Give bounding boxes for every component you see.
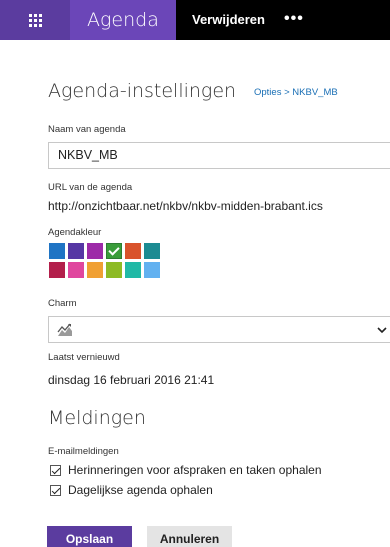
checkmark-icon bbox=[107, 244, 121, 258]
color-swatch[interactable] bbox=[68, 262, 84, 278]
breadcrumb-current: NKBV_MB bbox=[292, 87, 338, 98]
calendar-color-label: Agendakleur bbox=[48, 227, 102, 238]
top-bar: Agenda Verwijderen ••• bbox=[0, 0, 390, 40]
calendar-url-value: http://onzichtbaar.net/nkbv/nkbv-midden-… bbox=[48, 199, 323, 213]
breadcrumb-separator: > bbox=[281, 87, 293, 98]
color-swatch[interactable] bbox=[49, 243, 65, 259]
more-actions-button[interactable]: ••• bbox=[284, 0, 304, 40]
last-refreshed-value: dinsdag 16 februari 2016 21:41 bbox=[48, 373, 215, 387]
mountain-chart-icon bbox=[57, 323, 72, 336]
reminders-checkbox[interactable] bbox=[50, 464, 61, 476]
save-button[interactable]: Opslaan bbox=[47, 526, 132, 547]
page-title: Agenda-instellingen bbox=[48, 80, 237, 102]
charm-dropdown[interactable] bbox=[48, 316, 390, 343]
app-launcher-button[interactable] bbox=[0, 0, 70, 40]
color-swatch[interactable] bbox=[125, 243, 141, 259]
daily-agenda-checkbox[interactable] bbox=[50, 484, 61, 496]
color-swatch[interactable] bbox=[49, 262, 65, 278]
reminders-option[interactable]: Herinneringen voor afspraken en taken op… bbox=[50, 463, 322, 477]
app-name[interactable]: Agenda bbox=[70, 0, 176, 40]
charm-label: Charm bbox=[48, 298, 77, 309]
daily-agenda-option[interactable]: Dagelijkse agenda ophalen bbox=[50, 483, 213, 497]
email-notifications-label: E-mailmeldingen bbox=[48, 446, 119, 457]
daily-agenda-label: Dagelijkse agenda ophalen bbox=[68, 483, 213, 497]
color-swatch[interactable] bbox=[68, 243, 84, 259]
color-swatch[interactable] bbox=[106, 262, 122, 278]
delete-button[interactable]: Verwijderen bbox=[192, 0, 265, 40]
calendar-url-label: URL van de agenda bbox=[48, 182, 133, 193]
notifications-heading: Meldingen bbox=[48, 407, 146, 429]
color-swatch[interactable] bbox=[106, 243, 122, 259]
cancel-button[interactable]: Annuleren bbox=[147, 526, 232, 547]
color-swatch[interactable] bbox=[144, 262, 160, 278]
breadcrumb-link-options[interactable]: Opties bbox=[254, 87, 281, 98]
chevron-down-icon bbox=[377, 327, 387, 334]
waffle-icon bbox=[28, 13, 42, 27]
color-swatch[interactable] bbox=[125, 262, 141, 278]
reminders-label: Herinneringen voor afspraken en taken op… bbox=[68, 463, 322, 477]
color-swatch[interactable] bbox=[144, 243, 160, 259]
last-refreshed-label: Laatst vernieuwd bbox=[48, 352, 120, 363]
calendar-name-label: Naam van agenda bbox=[48, 124, 126, 135]
color-swatch[interactable] bbox=[87, 262, 103, 278]
color-swatch[interactable] bbox=[87, 243, 103, 259]
breadcrumb: Opties > NKBV_MB bbox=[254, 87, 338, 98]
calendar-name-input[interactable]: NKBV_MB bbox=[48, 142, 390, 169]
